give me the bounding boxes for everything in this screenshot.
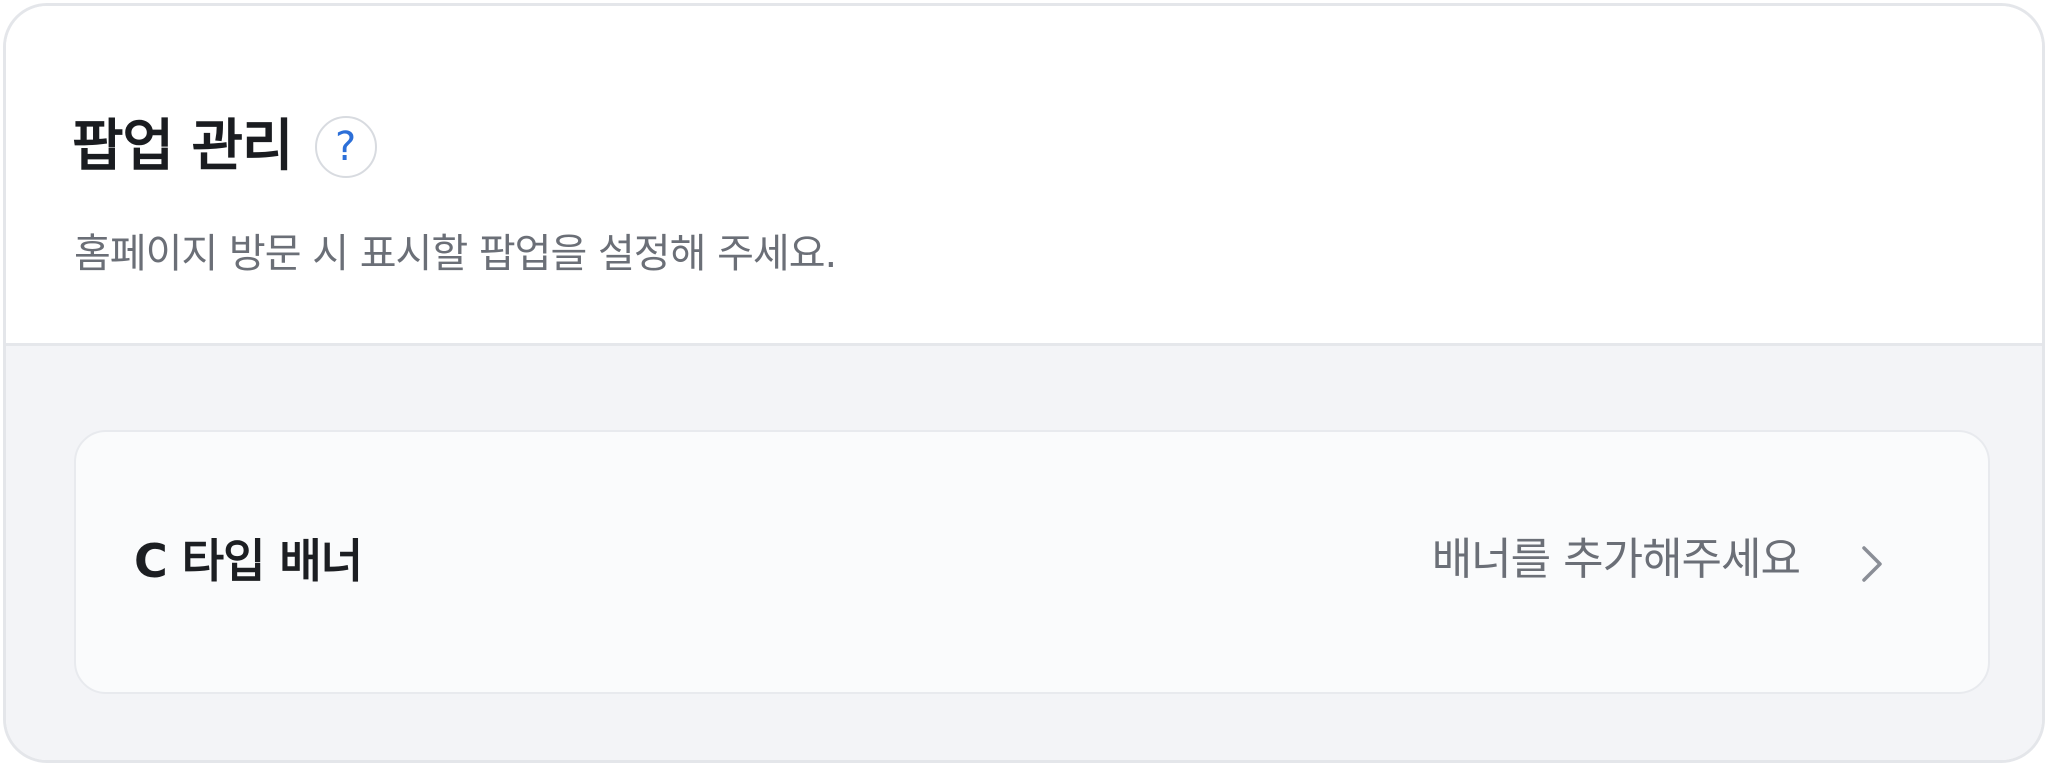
help-icon[interactable]: ? bbox=[314, 116, 377, 178]
chevron-right-icon bbox=[1862, 546, 1882, 582]
banner-row-label: C 타입 배너 bbox=[134, 534, 363, 588]
card-body: C 타입 배너 배너를 추가해주세요 bbox=[6, 346, 2042, 760]
title-row: 팝업 관리 ? bbox=[72, 110, 377, 184]
page-title: 팝업 관리 bbox=[72, 114, 294, 179]
banner-row-status: 배너를 추가해주세요 bbox=[1431, 534, 1801, 585]
c-type-banner-row[interactable]: C 타입 배너 배너를 추가해주세요 bbox=[74, 430, 1990, 694]
card-header: 팝업 관리 ? 홈페이지 방문 시 표시할 팝업을 설정해 주세요. bbox=[6, 6, 2042, 346]
popup-settings-card: 팝업 관리 ? 홈페이지 방문 시 표시할 팝업을 설정해 주세요. C 타입 … bbox=[3, 3, 2045, 763]
page-subtitle: 홈페이지 방문 시 표시할 팝업을 설정해 주세요. bbox=[74, 231, 837, 277]
